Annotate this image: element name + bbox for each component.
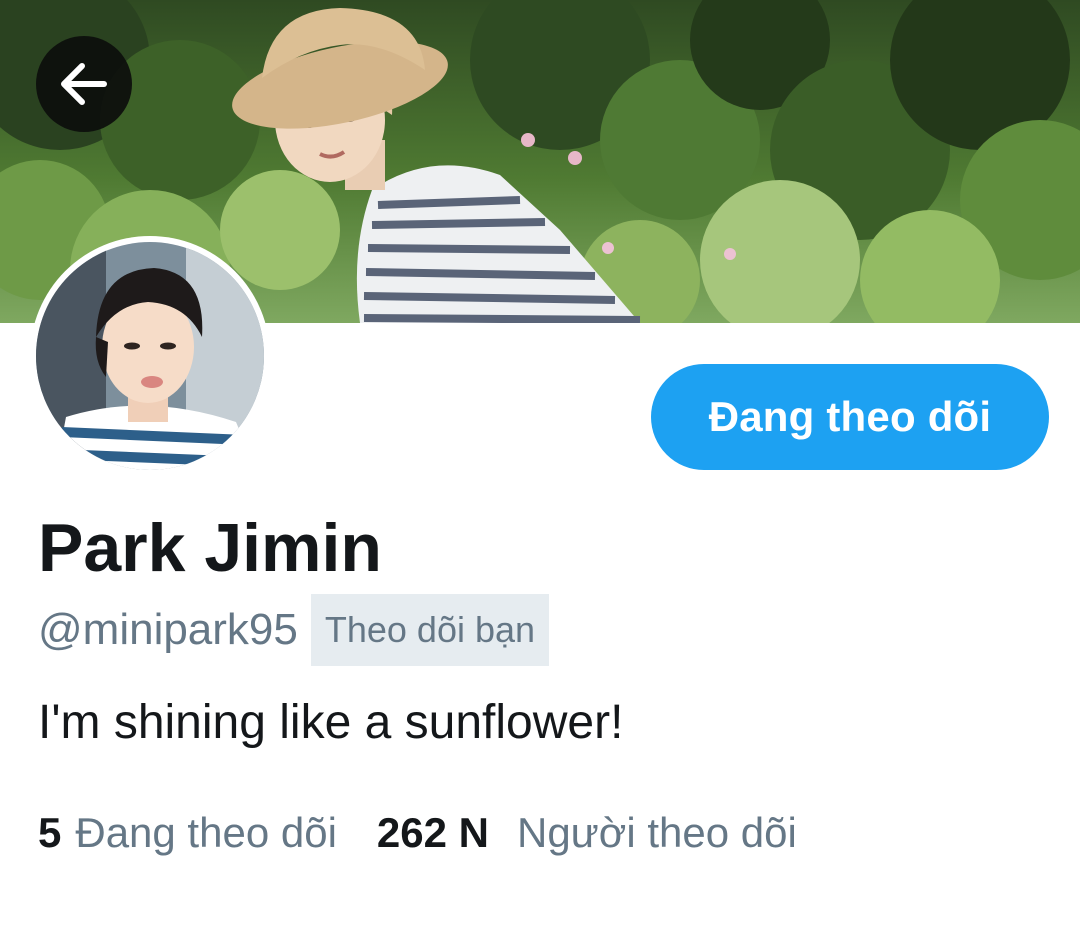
handle-row: @minipark95 Theo dõi bạn [38,594,550,666]
following-label: Đang theo dõi [75,809,337,856]
profile-page: Đang theo dõi Park Jimin @minipark95 The… [0,0,1080,942]
back-button[interactable] [36,36,132,132]
avatar-image [36,242,264,470]
profile-stats: 5 Đang theo dõi 262 N Người theo dõi [38,800,797,866]
user-handle: @minipark95 [38,605,298,654]
avatar[interactable] [30,236,270,476]
followers-count: 262 N [376,809,489,856]
display-name: Park Jimin [38,510,382,586]
following-count: 5 [38,809,62,856]
profile-bio: I'm shining like a sunflower! [38,696,624,749]
followers-stat-link[interactable]: 262 N Người theo dõi [377,800,797,866]
followers-label: Người theo dõi [516,809,797,856]
follows-you-badge: Theo dõi bạn [310,594,550,666]
arrow-left-icon [58,58,110,110]
following-stat-link[interactable]: 5 Đang theo dõi [38,800,337,866]
following-button-label: Đang theo dõi [708,393,992,440]
following-button[interactable]: Đang theo dõi [651,364,1049,470]
